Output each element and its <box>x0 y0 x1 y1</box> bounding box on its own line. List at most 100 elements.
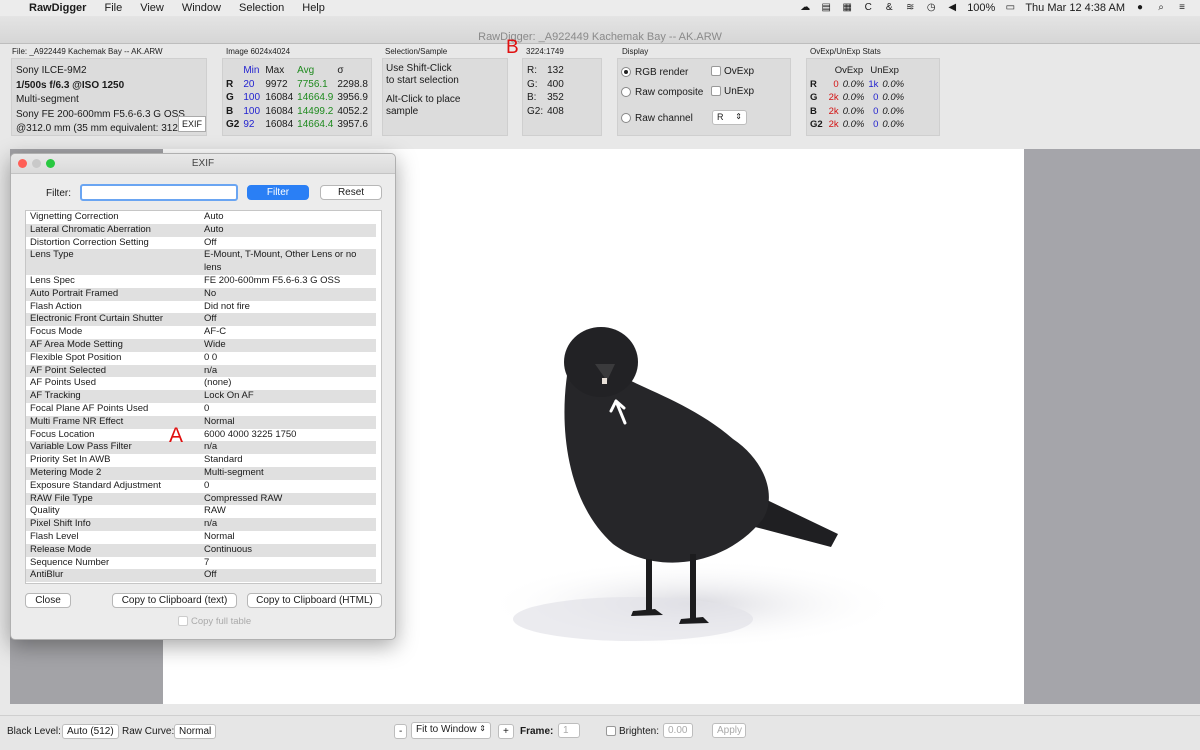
exif-table[interactable]: Vignetting Correction Auto Lateral Chromat… <box>25 210 382 584</box>
sample-coords: 3224:1749 <box>526 47 564 56</box>
black-level-field[interactable]: Auto (512) <box>62 724 119 739</box>
close-button[interactable]: Close <box>25 593 71 608</box>
control-icon[interactable]: ≡ <box>1176 3 1188 13</box>
zoom-select[interactable]: Fit to Window ⇕ <box>411 722 491 739</box>
filter-label: Filter: <box>46 188 71 199</box>
c-icon[interactable]: C <box>862 3 874 13</box>
zoom-window-icon[interactable] <box>46 159 55 168</box>
apply-button[interactable]: Apply <box>712 723 746 738</box>
exif-row[interactable]: Vignetting Correction Auto <box>26 211 381 224</box>
menu-view[interactable]: View <box>131 2 173 14</box>
minimize-window-icon[interactable] <box>32 159 41 168</box>
channel-select[interactable]: R ⇕ <box>712 110 747 125</box>
radio-raw-channel[interactable]: Raw channel <box>621 113 693 124</box>
grid-icon[interactable]: ▦ <box>841 3 853 13</box>
exif-row[interactable]: Lens Type E-Mount, T-Mount, Other Lens or… <box>26 249 381 275</box>
exif-row[interactable]: Electronic Front Curtain Shutter Off <box>26 313 381 327</box>
exif-key: Flash Level <box>26 530 201 544</box>
exif-row[interactable]: Metering Mode 2 Multi-segment <box>26 466 381 480</box>
ampersand-icon[interactable]: & <box>883 3 895 13</box>
zoom-in-button[interactable]: + <box>498 724 514 739</box>
exposure-info: 1/500s f/6.3 @ISO 1250 <box>16 79 125 91</box>
app-menu[interactable]: RawDigger <box>20 2 95 14</box>
exif-row[interactable]: Quality RAW <box>26 505 381 519</box>
exif-key: Priority Set In AWB <box>26 454 201 467</box>
filter-button[interactable]: Filter <box>247 185 309 200</box>
exif-value: RAW <box>201 505 376 519</box>
frame-label: Frame: <box>520 726 554 737</box>
exif-row[interactable]: Priority Set In AWB Standard <box>26 454 381 467</box>
exif-row[interactable]: Variable Low Pass Filter n/a <box>26 441 381 455</box>
exif-row[interactable]: Focus Mode AF-C <box>26 326 381 339</box>
exif-key: Auto Portrait Framed <box>26 287 201 301</box>
stat-row-r: R 20 9972 7756.1 2298.8 <box>226 78 368 90</box>
exif-row[interactable]: Release Mode Continuous <box>26 543 381 557</box>
exif-key: AF Tracking <box>26 390 201 403</box>
film-icon[interactable]: ▤ <box>820 3 832 13</box>
exif-row[interactable]: Pixel Shift Info n/a <box>26 518 381 531</box>
exif-row[interactable]: Exposure Standard Adjustment 0 <box>26 479 381 493</box>
creative-cloud-icon[interactable]: ☁ <box>799 3 811 13</box>
exif-row[interactable]: Flexible Spot Position 0 0 <box>26 351 381 365</box>
exif-row[interactable]: Distortion Correction Setting Off <box>26 236 381 250</box>
spotlight-icon[interactable]: ⌕ <box>1155 3 1167 13</box>
exif-row[interactable]: Sequence Number 7 <box>26 556 381 570</box>
close-window-icon[interactable] <box>18 159 27 168</box>
clock-icon[interactable]: ◷ <box>925 3 937 13</box>
window-title: RawDigger: _A922449 Kachemak Bay -- AK.A… <box>478 31 722 43</box>
exif-row[interactable]: AF Points Used (none) <box>26 377 381 391</box>
file-label: File: _A922449 Kachemak Bay -- AK.ARW <box>12 47 163 56</box>
filter-input[interactable] <box>80 184 238 201</box>
checkbox-unexp[interactable]: UnExp <box>711 86 754 97</box>
raw-curve-field[interactable]: Normal <box>174 724 217 739</box>
exif-row[interactable]: Flash Level Normal <box>26 530 381 544</box>
raw-curve-label: Raw Curve: <box>122 726 175 737</box>
exif-value: 0 0 <box>201 351 376 365</box>
exif-row[interactable]: Lens Spec FE 200-600mm F5.6-6.3 G OSS <box>26 274 381 288</box>
exif-value: Normal <box>201 530 376 544</box>
frame-stepper[interactable]: 1 <box>558 723 580 738</box>
menu-help[interactable]: Help <box>293 2 334 14</box>
exif-row[interactable]: Auto Portrait Framed No <box>26 287 381 301</box>
exif-key: Flexible Spot Position <box>26 351 201 365</box>
exif-button[interactable]: EXIF <box>178 116 206 132</box>
zoom-out-button[interactable]: - <box>394 724 408 739</box>
exif-row[interactable]: RAW File Type Compressed RAW <box>26 492 381 506</box>
menu-window[interactable]: Window <box>173 2 230 14</box>
reset-button[interactable]: Reset <box>320 185 382 200</box>
menubar-clock[interactable]: Thu Mar 12 4:38 AM <box>1025 2 1125 14</box>
exif-key: Flash Action <box>26 300 201 314</box>
copy-full-table-checkbox[interactable]: Copy full table <box>178 616 251 627</box>
radio-raw-composite[interactable]: Raw composite <box>621 87 703 98</box>
wifi-icon[interactable]: ≋ <box>904 3 916 13</box>
exif-row[interactable]: AF Area Mode Setting Wide <box>26 338 381 352</box>
copy-text-button[interactable]: Copy to Clipboard (text) <box>112 593 237 608</box>
status-area: ☁ ▤ ▦ C & ≋ ◷ ◀ 100% ▭ Thu Mar 12 4:38 A… <box>799 2 1200 14</box>
exif-value: Compressed RAW <box>201 492 376 506</box>
exif-row[interactable]: Focal Plane AF Points Used 0 <box>26 402 381 416</box>
exif-key: Sequence Number <box>26 556 201 570</box>
exif-row[interactable]: Multi Frame NR Effect Normal <box>26 415 381 429</box>
brighten-field[interactable]: 0.00 <box>663 723 693 738</box>
sample-table: R: 132 G: 400 B: 352 G2: 408 <box>527 65 564 117</box>
exif-row[interactable]: AntiBlur Off <box>26 569 381 583</box>
exif-row[interactable]: Focus Location 6000 4000 3225 1750 <box>26 428 381 442</box>
exif-value: Off <box>201 569 376 583</box>
exif-row[interactable]: Flash Action Did not fire <box>26 300 381 314</box>
volume-icon[interactable]: ◀ <box>946 3 958 13</box>
exif-row[interactable]: AF Point Selected n/a <box>26 364 381 378</box>
exif-value: AF-C <box>201 326 376 339</box>
exif-key: Release Mode <box>26 543 201 557</box>
exif-row[interactable]: Lateral Chromatic Aberration Auto <box>26 223 381 237</box>
exif-row[interactable]: AF Tracking Lock On AF <box>26 390 381 403</box>
checkbox-ovexp[interactable]: OvExp <box>711 66 754 77</box>
menu-file[interactable]: File <box>95 2 131 14</box>
menu-selection[interactable]: Selection <box>230 2 293 14</box>
brighten-checkbox[interactable]: Brighten: <box>606 726 659 737</box>
user-icon[interactable]: ● <box>1134 3 1146 13</box>
radio-rgb-render[interactable]: RGB render <box>621 67 688 78</box>
battery-icon[interactable]: ▭ <box>1004 3 1016 13</box>
exif-key: Focus Mode <box>26 326 201 339</box>
copy-html-button[interactable]: Copy to Clipboard (HTML) <box>247 593 382 608</box>
exif-value: Lock On AF <box>201 390 376 403</box>
